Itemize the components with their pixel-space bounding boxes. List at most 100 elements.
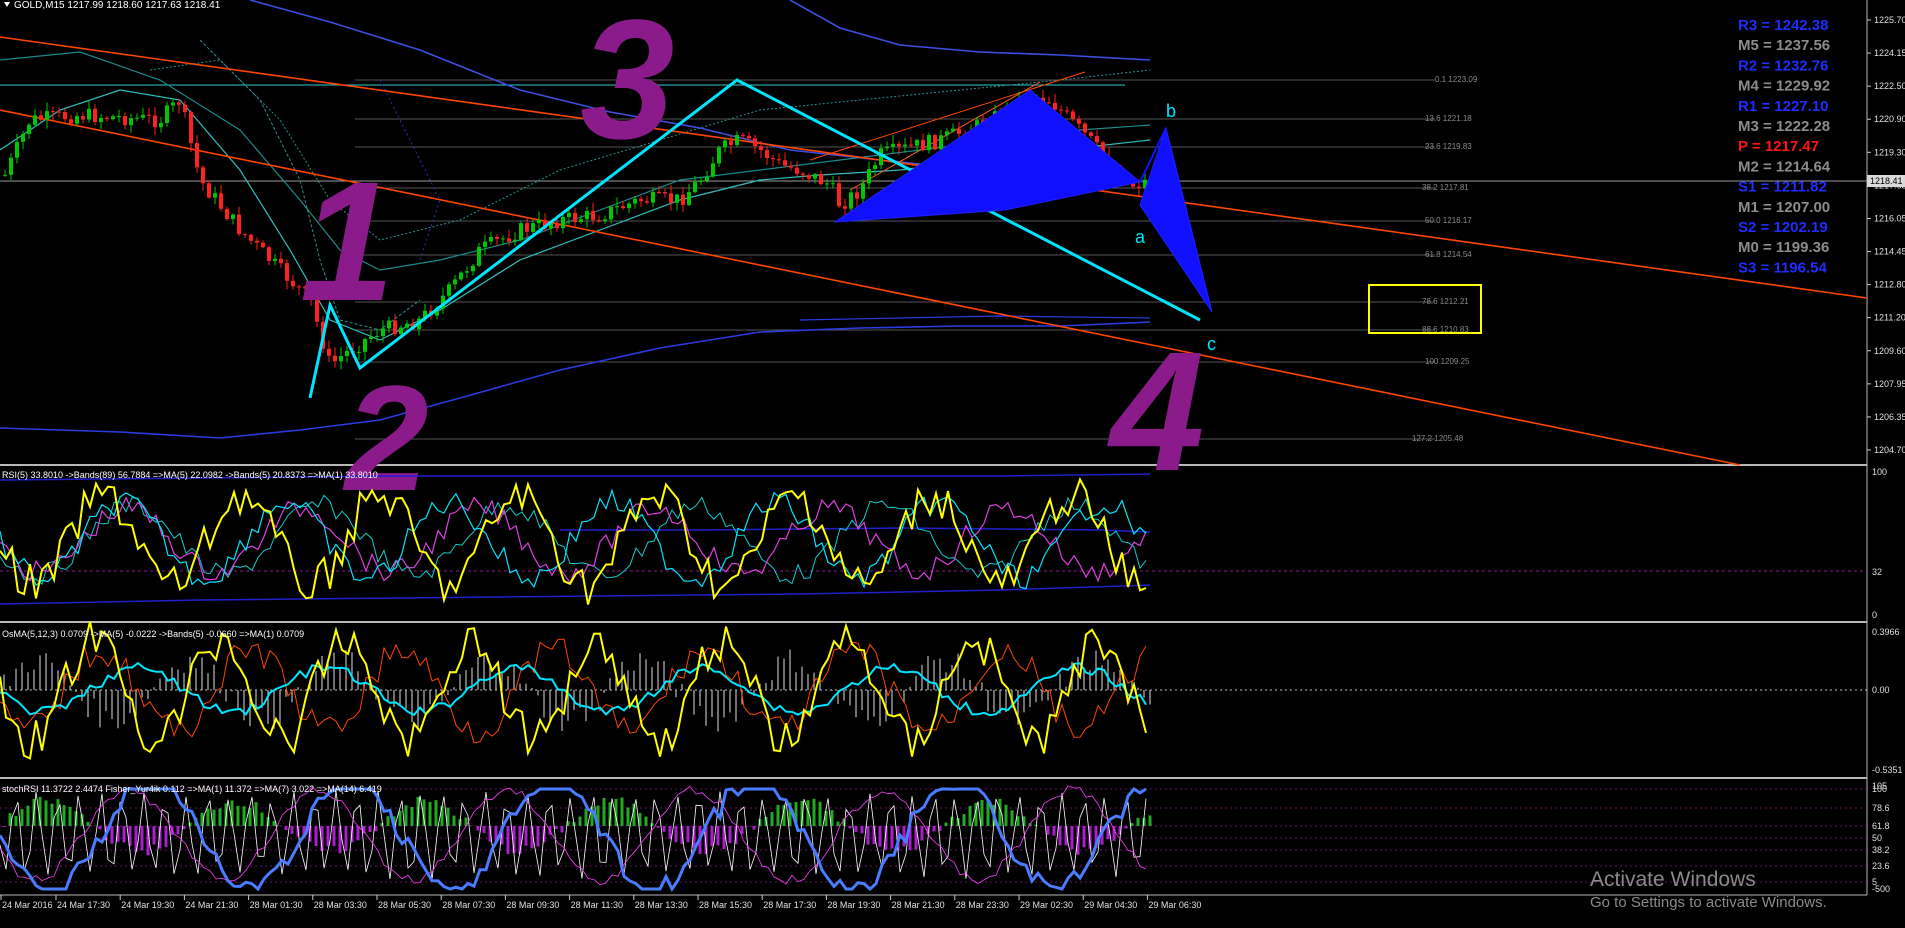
candle-body	[681, 194, 685, 205]
pivot-level-label: R3 = 1242.38	[1738, 17, 1829, 34]
stoch-scale-label: 78.6	[1872, 803, 1890, 813]
time-axis-label: 28 Mar 19:30	[827, 900, 880, 910]
candle-body	[1065, 110, 1069, 112]
pivot-level-label: R2 = 1232.76	[1738, 57, 1829, 74]
candle-body	[243, 234, 247, 236]
stoch-header: stochRSI 11.3722 2.4474 Fisher_Yur4ik 0.…	[2, 784, 382, 794]
candle-body	[165, 105, 169, 123]
candle-body	[465, 271, 469, 273]
price-axis-label: 1225.70	[1874, 15, 1905, 25]
candle-body	[1137, 186, 1141, 188]
candle-body	[723, 140, 727, 148]
candle-body	[915, 139, 919, 146]
candle-body	[861, 183, 865, 199]
candle-body	[99, 117, 103, 123]
candle-body	[627, 203, 631, 209]
fib-level-label: 38.2 1217.81	[1422, 183, 1469, 192]
pivot-level-label: S2 = 1202.19	[1738, 219, 1828, 236]
candle-body	[675, 194, 679, 203]
candle-body	[147, 114, 151, 116]
elliott-wave-label: 4	[1107, 317, 1205, 507]
pivot-level-label: M4 = 1229.92	[1738, 78, 1830, 95]
chart-canvas[interactable]: 1234 R3 = 1242.38M5 = 1237.56R2 = 1232.7…	[0, 0, 1905, 923]
candle-body	[189, 112, 193, 144]
candle-body	[891, 143, 895, 147]
candle-body	[219, 193, 223, 209]
candle-body	[657, 192, 661, 194]
candle-body	[483, 241, 487, 247]
fib-level-label: 100 1209.25	[1425, 357, 1470, 366]
stoch-scale-label: 38.2	[1872, 845, 1890, 855]
time-axis-label: 28 Mar 03:30	[314, 900, 367, 910]
pivot-level-label: M5 = 1237.56	[1738, 37, 1830, 54]
candle-body	[9, 157, 13, 175]
watermark-subtitle: Go to Settings to activate Windows.	[1590, 894, 1827, 911]
candle-body	[477, 246, 481, 266]
candle-body	[645, 201, 649, 203]
candle-body	[903, 144, 907, 147]
rsi-scale-label: 0	[1872, 610, 1877, 620]
candle-body	[33, 115, 37, 125]
candle-body	[213, 193, 217, 198]
candle-body	[81, 116, 85, 120]
candle-body	[753, 138, 757, 147]
current-price-label: 1218.41	[1870, 176, 1903, 186]
candle-body	[111, 116, 115, 120]
candle-body	[561, 216, 565, 229]
price-axis-label: 1214.45	[1874, 247, 1905, 257]
stoch-scale-label: 50	[1872, 833, 1882, 843]
osma-scale-label: -0.5351	[1872, 765, 1903, 775]
candle-body	[759, 146, 763, 151]
elliott-wave-label: 3	[580, 0, 675, 175]
candle-body	[129, 118, 133, 126]
candle-body	[939, 135, 943, 150]
fib-level-label: 61.8 1214.54	[1425, 250, 1472, 259]
candle-body	[1077, 118, 1081, 124]
candle-body	[855, 192, 859, 199]
candle-body	[1047, 102, 1051, 104]
trading-chart[interactable]: 1234 R3 = 1242.38 M5 = 1237.56 R2 = 1232.7…	[0, 0, 1905, 923]
candle-body	[1095, 136, 1099, 143]
candle-body	[501, 238, 505, 240]
candle-body	[609, 206, 613, 220]
candle-body	[507, 238, 511, 242]
candle-body	[123, 116, 127, 126]
price-axis-label: 1211.20	[1874, 313, 1905, 323]
rsi-scale-label: 32	[1872, 567, 1882, 577]
candle-body	[555, 223, 559, 229]
candle-body	[633, 198, 637, 204]
candle-body	[141, 114, 145, 118]
candle-body	[921, 139, 925, 151]
elliott-wave-label: 1	[300, 147, 395, 337]
candle-body	[711, 163, 715, 177]
candle-body	[87, 108, 91, 120]
pivot-level-label: M3 = 1222.28	[1738, 118, 1830, 135]
candle-body	[819, 174, 823, 185]
time-axis-label: 24 Mar 2016	[2, 900, 53, 910]
candle-body	[75, 116, 79, 124]
candle-body	[183, 104, 187, 113]
candle-body	[771, 158, 775, 160]
time-axis-label: 28 Mar 13:30	[635, 900, 688, 910]
candle-body	[453, 279, 457, 285]
price-axis-label: 1219.30	[1874, 147, 1905, 157]
osma-scale-label: 0.3966	[1872, 627, 1900, 637]
candle-body	[153, 115, 157, 128]
candle-body	[159, 122, 163, 128]
candle-body	[45, 111, 49, 120]
candle-body	[597, 219, 601, 221]
candle-body	[1083, 123, 1087, 133]
candle-body	[279, 258, 283, 264]
candle-body	[639, 198, 643, 202]
rsi-scale-label: 100	[1872, 467, 1887, 477]
candle-body	[327, 348, 331, 356]
time-axis-label: 29 Mar 04:30	[1084, 900, 1137, 910]
candle-body	[525, 223, 529, 232]
price-axis-label: 1220.90	[1874, 114, 1905, 124]
candle-body	[195, 143, 199, 168]
candle-body	[951, 128, 955, 132]
candle-body	[663, 192, 667, 194]
time-axis-label: 29 Mar 06:30	[1148, 900, 1201, 910]
price-axis-label: 1224.15	[1874, 48, 1905, 58]
candle-body	[363, 339, 367, 352]
